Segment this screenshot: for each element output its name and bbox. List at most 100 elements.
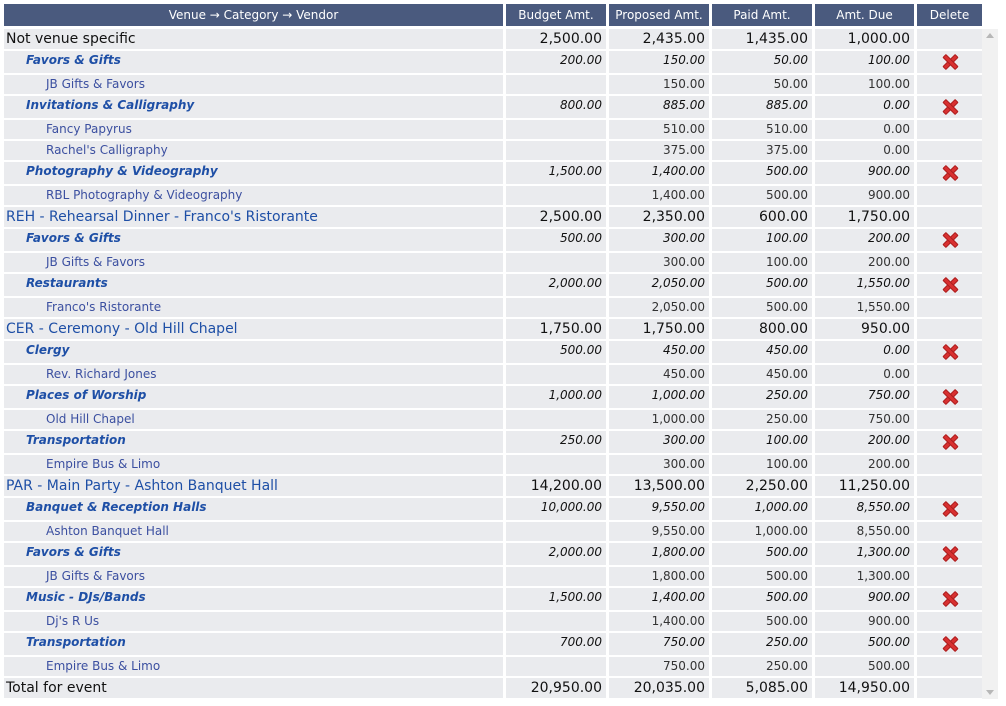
delete-icon[interactable] (941, 635, 959, 653)
vendor-name[interactable]: Rachel's Calligraphy (4, 141, 503, 160)
category-name[interactable]: Invitations & Calligraphy (4, 96, 503, 118)
category-row: Favors & Gifts 200.00 150.00 50.00 100.00 (4, 51, 985, 73)
venue-name[interactable]: REH - Rehearsal Dinner - Franco's Ristor… (4, 207, 503, 227)
vendor-name[interactable]: Old Hill Chapel (4, 410, 503, 429)
vendor-name[interactable]: JB Gifts & Favors (4, 75, 503, 94)
budget-amt-cell: 800.00 (506, 96, 606, 118)
scroll-up-arrow-icon[interactable] (986, 33, 994, 38)
category-name[interactable]: Restaurants (4, 274, 503, 296)
category-name[interactable]: Places of Worship (4, 386, 503, 408)
amt-due-cell: 8,550.00 (815, 522, 914, 541)
delete-cell (917, 431, 982, 453)
amt-due-cell: 1,550.00 (815, 298, 914, 317)
amt-due-cell: 200.00 (815, 431, 914, 453)
paid-amt-cell: 500.00 (712, 612, 812, 631)
amt-due-cell: 0.00 (815, 341, 914, 363)
vendor-row: JB Gifts & Favors 1,800.00 500.00 1,300.00 (4, 567, 985, 586)
vendor-row: RBL Photography & Videography 1,400.00 500… (4, 186, 985, 205)
delete-icon[interactable] (941, 164, 959, 182)
header-venue-category-vendor[interactable]: Venue → Category → Vendor (4, 4, 503, 26)
amt-due-cell: 950.00 (815, 319, 914, 339)
amt-due-cell: 750.00 (815, 386, 914, 408)
budget-amt-cell (506, 612, 606, 631)
delete-cell (917, 612, 982, 631)
proposed-amt-cell: 13,500.00 (609, 476, 709, 496)
proposed-amt-cell: 1,000.00 (609, 410, 709, 429)
proposed-amt-cell: 450.00 (609, 341, 709, 363)
category-name[interactable]: Favors & Gifts (4, 229, 503, 251)
venue-name[interactable]: PAR - Main Party - Ashton Banquet Hall (4, 476, 503, 496)
category-name[interactable]: Clergy (4, 341, 503, 363)
vendor-name[interactable]: Empire Bus & Limo (4, 657, 503, 676)
category-name[interactable]: Photography & Videography (4, 162, 503, 184)
delete-cell (917, 319, 982, 339)
category-name[interactable]: Favors & Gifts (4, 51, 503, 73)
vertical-scrollbar[interactable] (982, 29, 998, 699)
delete-icon[interactable] (941, 276, 959, 294)
proposed-amt-cell: 510.00 (609, 120, 709, 139)
delete-cell (917, 253, 982, 272)
category-name[interactable]: Music - DJs/Bands (4, 588, 503, 610)
header-budget-amt[interactable]: Budget Amt. (506, 4, 606, 26)
header-paid-amt[interactable]: Paid Amt. (712, 4, 812, 26)
venue-name[interactable]: CER - Ceremony - Old Hill Chapel (4, 319, 503, 339)
budget-amt-cell: 10,000.00 (506, 498, 606, 520)
vendor-name[interactable]: RBL Photography & Videography (4, 186, 503, 205)
budget-amt-cell (506, 75, 606, 94)
vendor-row: JB Gifts & Favors 300.00 100.00 200.00 (4, 253, 985, 272)
vendor-name[interactable]: Dj's R Us (4, 612, 503, 631)
amt-due-cell: 0.00 (815, 96, 914, 118)
proposed-amt-cell: 150.00 (609, 75, 709, 94)
proposed-amt-cell: 375.00 (609, 141, 709, 160)
proposed-amt-cell: 300.00 (609, 431, 709, 453)
header-amt-due[interactable]: Amt. Due (815, 4, 914, 26)
vendor-name[interactable]: Ashton Banquet Hall (4, 522, 503, 541)
delete-icon[interactable] (941, 590, 959, 608)
delete-icon[interactable] (941, 98, 959, 116)
delete-cell (917, 567, 982, 586)
vendor-row: Fancy Papyrus 510.00 510.00 0.00 (4, 120, 985, 139)
delete-icon[interactable] (941, 500, 959, 518)
vendor-name[interactable]: JB Gifts & Favors (4, 567, 503, 586)
delete-icon[interactable] (941, 545, 959, 563)
category-name[interactable]: Banquet & Reception Halls (4, 498, 503, 520)
proposed-amt-cell: 2,050.00 (609, 274, 709, 296)
delete-icon[interactable] (941, 343, 959, 361)
proposed-amt-cell: 750.00 (609, 633, 709, 655)
delete-cell (917, 162, 982, 184)
vendor-name[interactable]: Rev. Richard Jones (4, 365, 503, 384)
vendor-name[interactable]: Empire Bus & Limo (4, 455, 503, 474)
table-header: Venue → Category → Vendor Budget Amt. Pr… (4, 4, 985, 26)
amt-due-cell: 500.00 (815, 633, 914, 655)
vendor-name[interactable]: Franco's Ristorante (4, 298, 503, 317)
vendor-name[interactable]: Fancy Papyrus (4, 120, 503, 139)
proposed-amt-cell: 1,400.00 (609, 612, 709, 631)
amt-due-cell: 0.00 (815, 120, 914, 139)
category-name[interactable]: Transportation (4, 431, 503, 453)
budget-amt-cell (506, 120, 606, 139)
delete-icon[interactable] (941, 231, 959, 249)
amt-due-cell: 900.00 (815, 186, 914, 205)
paid-amt-cell: 250.00 (712, 633, 812, 655)
paid-amt-cell: 1,000.00 (712, 522, 812, 541)
delete-icon[interactable] (941, 433, 959, 451)
paid-amt-cell: 510.00 (712, 120, 812, 139)
paid-amt-cell: 2,250.00 (712, 476, 812, 496)
budget-amt-cell (506, 253, 606, 272)
delete-icon[interactable] (941, 388, 959, 406)
proposed-amt-cell: 1,400.00 (609, 588, 709, 610)
paid-amt-cell: 500.00 (712, 543, 812, 565)
budget-amt-cell: 500.00 (506, 341, 606, 363)
delete-icon[interactable] (941, 53, 959, 71)
paid-amt-cell: 600.00 (712, 207, 812, 227)
paid-amt-cell: 250.00 (712, 410, 812, 429)
paid-amt-cell: 500.00 (712, 274, 812, 296)
proposed-amt-cell: 2,435.00 (609, 29, 709, 49)
category-name[interactable]: Favors & Gifts (4, 543, 503, 565)
venue-row: REH - Rehearsal Dinner - Franco's Ristor… (4, 207, 985, 227)
vendor-name[interactable]: JB Gifts & Favors (4, 253, 503, 272)
category-name[interactable]: Transportation (4, 633, 503, 655)
header-proposed-amt[interactable]: Proposed Amt. (609, 4, 709, 26)
header-delete: Delete (917, 4, 982, 26)
scroll-down-arrow-icon[interactable] (986, 690, 994, 695)
